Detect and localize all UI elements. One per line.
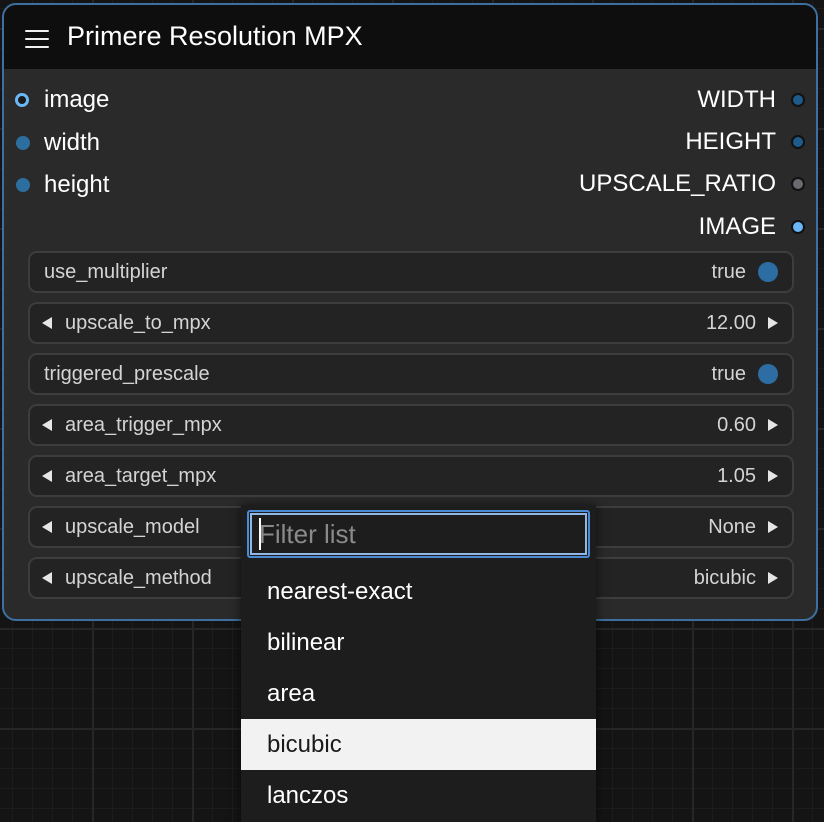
combo-dropdown-menu[interactable]: nearest-exact bilinear area bicubic lanc…: [241, 505, 596, 822]
widget-area-trigger-mpx[interactable]: area_trigger_mpx 0.60: [28, 404, 794, 446]
decrement-arrow-icon[interactable]: [42, 470, 52, 482]
input-slot-width-icon[interactable]: [16, 136, 30, 150]
menu-item-bilinear[interactable]: bilinear: [241, 617, 596, 668]
increment-arrow-icon[interactable]: [768, 317, 778, 329]
output-label-height: HEIGHT: [685, 128, 776, 155]
text-caret: [259, 518, 261, 550]
decrement-arrow-icon[interactable]: [42, 419, 52, 431]
menu-item-area[interactable]: area: [241, 668, 596, 719]
widget-value: 1.05: [717, 465, 756, 487]
input-label-image: image: [44, 86, 110, 113]
next-option-arrow-icon[interactable]: [768, 572, 778, 584]
widget-value: 12.00: [705, 312, 756, 334]
decrement-arrow-icon[interactable]: [42, 317, 52, 329]
widget-label: area_trigger_mpx: [65, 414, 222, 436]
filter-list-input[interactable]: [247, 510, 590, 558]
next-option-arrow-icon[interactable]: [768, 521, 778, 533]
toggle-on-icon[interactable]: [758, 262, 778, 282]
widget-label: triggered_prescale: [44, 363, 210, 385]
toggle-on-icon[interactable]: [758, 364, 778, 384]
widget-value: true: [711, 261, 746, 283]
input-slot-height-icon[interactable]: [16, 178, 30, 192]
widget-label: use_multiplier: [44, 261, 168, 283]
widget-value: true: [711, 363, 746, 385]
widget-value: None: [708, 516, 756, 538]
previous-option-arrow-icon[interactable]: [42, 572, 52, 584]
widget-label: area_target_mpx: [65, 465, 217, 487]
widget-use-multiplier[interactable]: use_multiplier true: [28, 251, 794, 293]
output-slot-upscale-ratio-icon[interactable]: [791, 177, 805, 191]
increment-arrow-icon[interactable]: [768, 470, 778, 482]
input-label-height: height: [44, 171, 110, 198]
output-slot-height-icon[interactable]: [791, 135, 805, 149]
increment-arrow-icon[interactable]: [768, 419, 778, 431]
widget-triggered-prescale[interactable]: triggered_prescale true: [28, 353, 794, 395]
input-slot-image-icon[interactable]: [15, 93, 29, 107]
widget-label: upscale_model: [65, 516, 200, 538]
input-label-width: width: [44, 129, 101, 156]
widget-area-target-mpx[interactable]: area_target_mpx 1.05: [28, 455, 794, 497]
node-title: Primere Resolution MPX: [67, 21, 363, 51]
widget-value: bicubic: [693, 567, 756, 589]
node-titlebar[interactable]: Primere Resolution MPX: [4, 5, 816, 69]
menu-item-nearest-exact[interactable]: nearest-exact: [241, 566, 596, 617]
widget-value: 0.60: [717, 414, 756, 436]
menu-item-lanczos[interactable]: lanczos: [241, 770, 596, 821]
output-slot-width-icon[interactable]: [791, 93, 805, 107]
output-label-image: IMAGE: [698, 213, 776, 240]
previous-option-arrow-icon[interactable]: [42, 521, 52, 533]
widget-label: upscale_method: [65, 567, 212, 589]
output-slot-image-icon[interactable]: [791, 220, 805, 234]
widget-label: upscale_to_mpx: [65, 312, 211, 334]
widget-upscale-to-mpx[interactable]: upscale_to_mpx 12.00: [28, 302, 794, 344]
output-label-upscale-ratio: UPSCALE_RATIO: [579, 170, 776, 197]
hamburger-menu-icon[interactable]: [25, 30, 49, 48]
menu-item-bicubic[interactable]: bicubic: [241, 719, 596, 770]
output-label-width: WIDTH: [697, 86, 776, 113]
